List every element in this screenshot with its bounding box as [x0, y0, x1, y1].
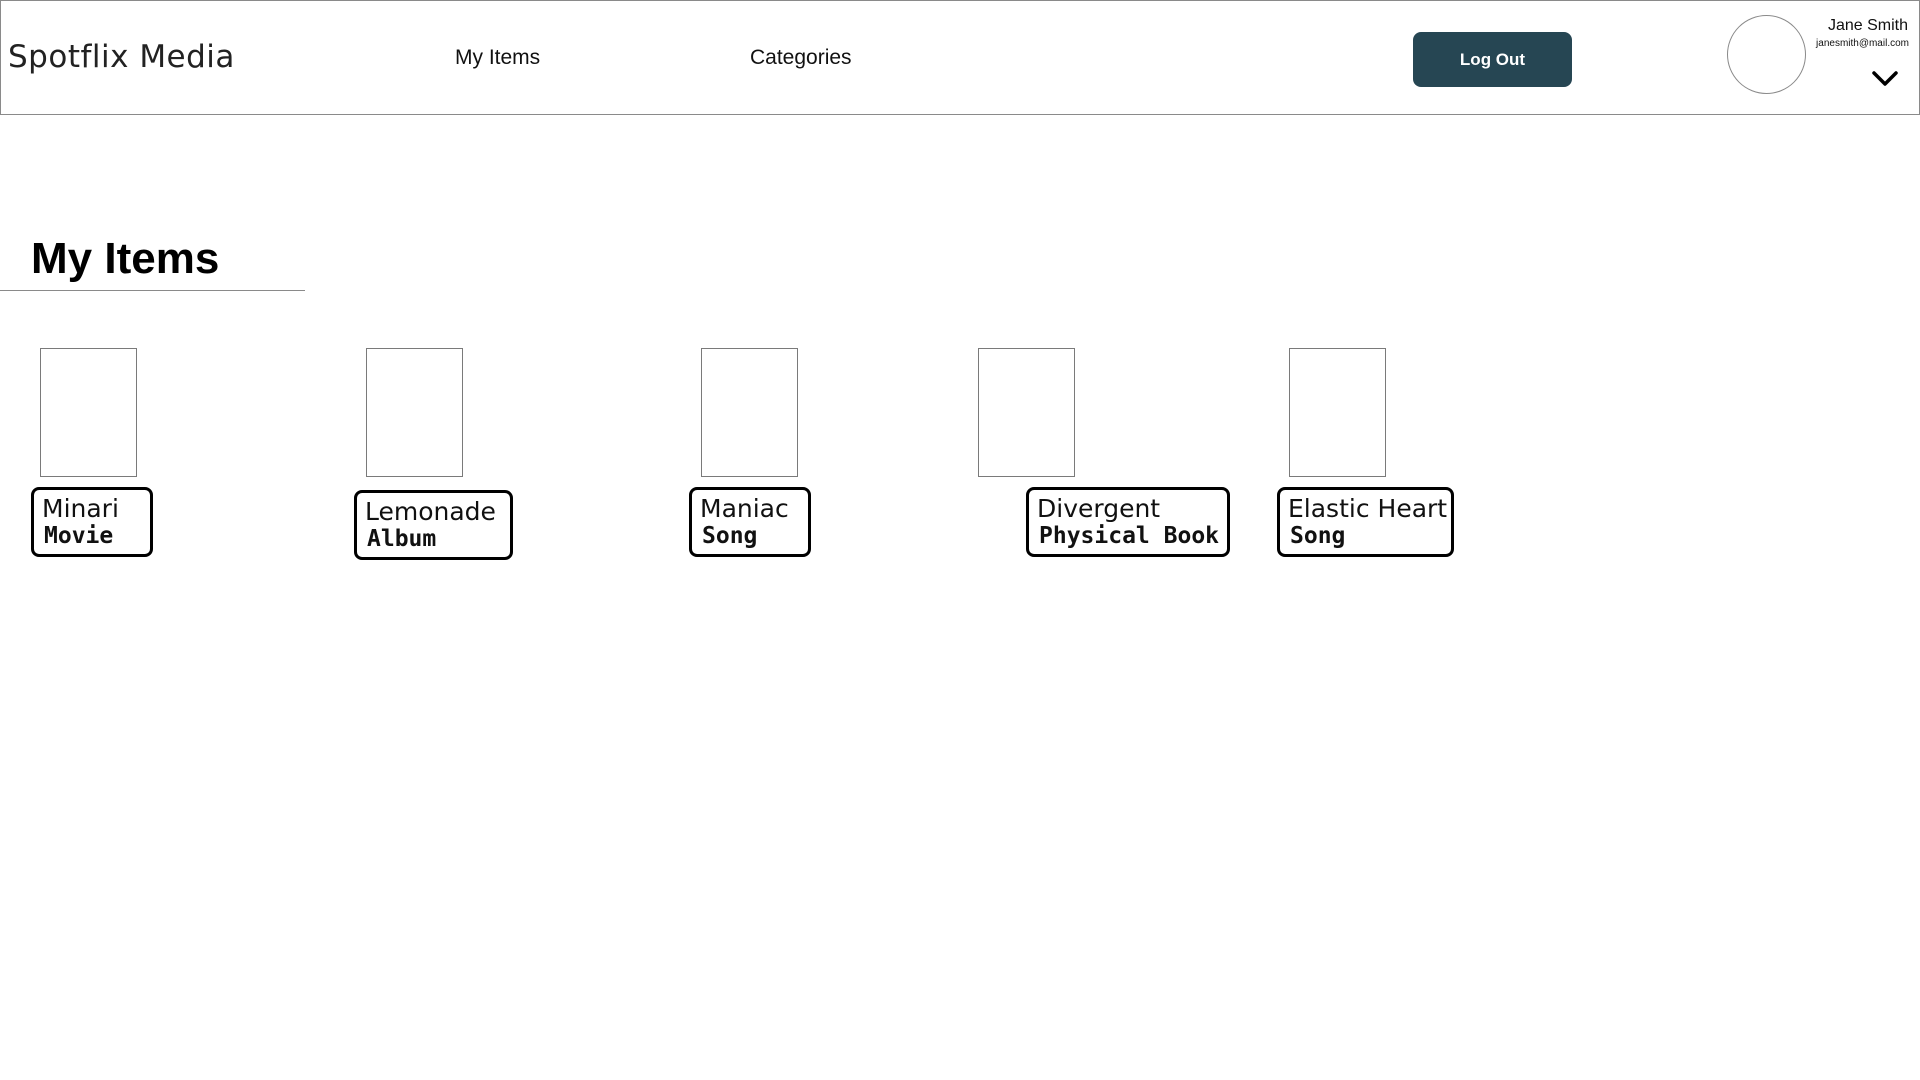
chevron-down-icon[interactable] — [1871, 69, 1899, 89]
item-title: Maniac — [700, 494, 789, 523]
item-title: Divergent — [1037, 494, 1161, 523]
item-card[interactable]: Maniac Song — [689, 487, 811, 557]
title-divider — [0, 290, 305, 291]
item-card[interactable]: Elastic Heart Song — [1277, 487, 1454, 557]
item-type: Song — [702, 523, 758, 549]
user-name: Jane Smith — [1827, 17, 1908, 34]
page-title: My Items — [31, 234, 220, 283]
brand-logo[interactable]: Spotflix Media — [8, 39, 235, 75]
item-thumbnail[interactable] — [701, 348, 798, 477]
logout-button[interactable]: Log Out — [1413, 32, 1572, 87]
avatar[interactable] — [1727, 15, 1806, 94]
user-email: janesmith@mail.com — [1816, 38, 1909, 49]
nav-categories[interactable]: Categories — [750, 46, 852, 70]
nav-my-items[interactable]: My Items — [455, 46, 540, 70]
item-card[interactable]: Minari Movie — [31, 487, 153, 557]
item-thumbnail[interactable] — [366, 348, 463, 477]
item-title: Minari — [42, 494, 119, 523]
item-type: Physical Book — [1039, 523, 1220, 549]
item-title: Lemonade — [365, 497, 496, 526]
item-type: Movie — [44, 523, 114, 549]
item-thumbnail[interactable] — [978, 348, 1075, 477]
item-title: Elastic Heart — [1288, 494, 1448, 523]
item-card[interactable]: Divergent Physical Book — [1026, 487, 1230, 557]
top-header: Spotflix Media My Items Categories Log O… — [0, 0, 1920, 115]
item-thumbnail[interactable] — [40, 348, 137, 477]
item-thumbnail[interactable] — [1289, 348, 1386, 477]
item-type: Album — [367, 526, 437, 552]
item-card[interactable]: Lemonade Album — [354, 490, 513, 560]
item-type: Song — [1290, 523, 1346, 549]
